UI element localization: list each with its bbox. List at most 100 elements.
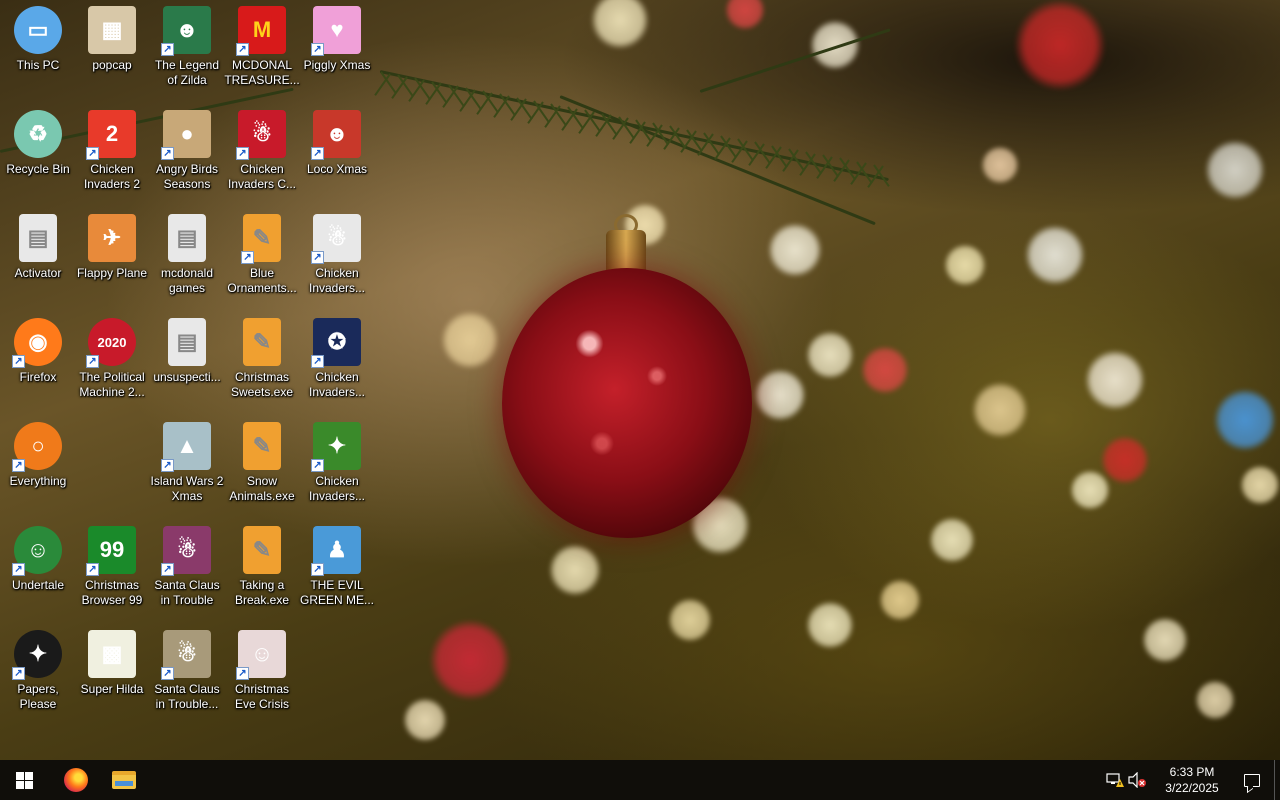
installer-icon: ✎ bbox=[243, 318, 281, 366]
desktop-icon[interactable]: 99 ↗ Christmas Browser 99 bbox=[74, 520, 150, 620]
taskbar-file-explorer-button[interactable] bbox=[100, 760, 148, 800]
bokeh-light bbox=[1025, 225, 1085, 285]
taskbar-firefox-button[interactable] bbox=[52, 760, 100, 800]
desktop-icon[interactable]: ● ↗ Angry Birds Seasons bbox=[149, 104, 225, 204]
papers-please-icon: ✦ ↗ bbox=[12, 630, 62, 680]
desktop-icon-label: Chicken Invaders... bbox=[308, 474, 366, 503]
desktop-icon[interactable]: ✈ Flappy Plane bbox=[74, 208, 150, 308]
desktop-icon[interactable]: ✦ ↗ Papers, Please bbox=[0, 624, 76, 724]
show-desktop-button[interactable] bbox=[1274, 760, 1280, 800]
desktop-icon[interactable]: ▤ mcdonald games bbox=[149, 208, 225, 308]
taskbar-clock[interactable]: 6:33 PM 3/22/2025 bbox=[1154, 764, 1230, 796]
desktop-icon-label: Christmas Sweets.exe bbox=[230, 370, 294, 399]
bokeh-light bbox=[806, 331, 854, 379]
ornament-cap bbox=[606, 230, 646, 272]
shortcut-arrow-icon: ↗ bbox=[236, 43, 249, 56]
bokeh-light bbox=[1085, 350, 1145, 410]
undertale-icon: ☺ ↗ bbox=[12, 526, 62, 576]
desktop-icon[interactable]: ♻ Recycle Bin bbox=[0, 104, 76, 204]
shortcut-arrow-icon: ↗ bbox=[161, 147, 174, 160]
political-machine-icon: 2020 ↗ bbox=[86, 318, 136, 368]
desktop-icon[interactable]: ▤ unsuspecti... bbox=[149, 312, 225, 412]
desktop-icon[interactable]: ♟ ↗ THE EVIL GREEN ME... bbox=[299, 520, 375, 620]
desktop-icon[interactable]: ▩ Super Hilda bbox=[74, 624, 150, 724]
bokeh-light bbox=[981, 146, 1019, 184]
santa-claus-icon: ☃ ↗ bbox=[161, 630, 211, 680]
shortcut-arrow-icon: ↗ bbox=[12, 355, 25, 368]
shortcut-arrow-icon: ↗ bbox=[236, 147, 249, 160]
chicken-invaders-icon: ✪ ↗ bbox=[311, 318, 361, 368]
loco-xmas-icon: ☻ ↗ bbox=[311, 110, 361, 160]
bokeh-light bbox=[1240, 465, 1280, 505]
network-warning-icon[interactable] bbox=[1104, 760, 1126, 800]
bokeh-light bbox=[441, 311, 499, 369]
desktop-icon[interactable]: ✎ Taking a Break.exe bbox=[224, 520, 300, 620]
desktop-icon[interactable]: ◉ ↗ Firefox bbox=[0, 312, 76, 412]
desktop-icon[interactable]: M ↗ MCDONAL TREASURE... bbox=[224, 0, 300, 100]
piggly-icon: ♥ ↗ bbox=[311, 6, 361, 56]
desktop-icon-label: Christmas Browser 99 bbox=[81, 578, 143, 607]
desktop-icon[interactable]: ☃ ↗ Santa Claus in Trouble bbox=[149, 520, 225, 620]
desktop-icon[interactable]: ♥ ↗ Piggly Xmas bbox=[299, 0, 375, 100]
desktop-icon[interactable]: ☃ ↗ Chicken Invaders... bbox=[299, 208, 375, 308]
desktop-icon-label: MCDONAL TREASURE... bbox=[224, 58, 300, 87]
desktop-icon-label: Firefox bbox=[19, 370, 57, 384]
desktop-icon[interactable]: ☻ ↗ Loco Xmas bbox=[299, 104, 375, 204]
shortcut-arrow-icon: ↗ bbox=[311, 355, 324, 368]
bokeh-light bbox=[1070, 470, 1110, 510]
desktop-icon-label: Chicken Invaders 2 bbox=[83, 162, 141, 191]
bokeh-light bbox=[1142, 617, 1188, 663]
desktop-icon-label: THE EVIL GREEN ME... bbox=[299, 578, 374, 607]
messenger-icon: ♟ ↗ bbox=[311, 526, 361, 576]
desktop-icon[interactable]: ▦ popcap bbox=[74, 0, 150, 100]
folder-icon: ▦ bbox=[88, 6, 136, 54]
firefox-icon bbox=[64, 768, 88, 792]
bokeh-light bbox=[1101, 436, 1149, 484]
desktop-icon[interactable]: 2020 ↗ The Political Machine 2... bbox=[74, 312, 150, 412]
installer-icon: ✎ ↗ bbox=[241, 214, 281, 264]
shortcut-arrow-icon: ↗ bbox=[311, 563, 324, 576]
desktop-icon[interactable]: ✎ Snow Animals.exe bbox=[224, 416, 300, 516]
bokeh-light bbox=[768, 223, 822, 277]
desktop-icon[interactable]: ☺ ↗ Christmas Eve Crisis bbox=[224, 624, 300, 724]
desktop-icon[interactable]: ✎ Christmas Sweets.exe bbox=[224, 312, 300, 412]
shortcut-arrow-icon: ↗ bbox=[241, 251, 254, 264]
shortcut-arrow-icon: ↗ bbox=[86, 147, 99, 160]
file-icon: ▤ bbox=[168, 318, 206, 366]
angry-birds-icon: ● ↗ bbox=[161, 110, 211, 160]
chicken-invaders-icon: ☃ ↗ bbox=[236, 110, 286, 160]
desktop-icon-label: The Legend of Zilda bbox=[154, 58, 220, 87]
desktop-icon[interactable]: ✦ ↗ Chicken Invaders... bbox=[299, 416, 375, 516]
desktop-icon[interactable]: ▤ Activator bbox=[0, 208, 76, 308]
system-tray: 6:33 PM 3/22/2025 bbox=[1104, 760, 1280, 800]
desktop-icon[interactable]: ✎ ↗ Blue Ornaments... bbox=[224, 208, 300, 308]
action-center-button[interactable] bbox=[1230, 760, 1274, 800]
desktop-icon-label: Taking a Break.exe bbox=[234, 578, 290, 607]
santa-face-icon: ☺ ↗ bbox=[236, 630, 286, 680]
desktop-icon-label: Christmas Eve Crisis bbox=[234, 682, 289, 711]
bokeh-light bbox=[1195, 680, 1235, 720]
shortcut-arrow-icon: ↗ bbox=[236, 667, 249, 680]
desktop-icon[interactable]: ○ ↗ Everything bbox=[0, 416, 76, 516]
desktop-icon[interactable]: 2 ↗ Chicken Invaders 2 bbox=[74, 104, 150, 204]
santa-claus-icon: ☃ ↗ bbox=[161, 526, 211, 576]
file-icon: ▤ bbox=[19, 214, 57, 262]
desktop-icon[interactable]: ▭ This PC bbox=[0, 0, 76, 100]
desktop-icon[interactable]: ☃ ↗ Santa Claus in Trouble... bbox=[149, 624, 225, 724]
start-button[interactable] bbox=[0, 760, 48, 800]
desktop-icon-grid: ▭ This PC ♻ Recycle Bin ▤ Activator ◉ ↗ Firefox ○… bbox=[0, 0, 380, 760]
chicken-invaders-icon: ☃ ↗ bbox=[311, 214, 361, 264]
desktop-icon[interactable]: ▲ ↗ Island Wars 2 Xmas bbox=[149, 416, 225, 516]
desktop-icon-label: Chicken Invaders C... bbox=[227, 162, 297, 191]
desktop-icon[interactable]: ☃ ↗ Chicken Invaders C... bbox=[224, 104, 300, 204]
island-wars-icon: ▲ ↗ bbox=[161, 422, 211, 472]
desktop-icon[interactable]: ✪ ↗ Chicken Invaders... bbox=[299, 312, 375, 412]
desktop-icon-label: Recycle Bin bbox=[6, 162, 70, 176]
desktop-icon-label: Flappy Plane bbox=[76, 266, 148, 280]
clock-time: 6:33 PM bbox=[1169, 765, 1215, 779]
desktop-icon[interactable]: ☻ ↗ The Legend of Zilda bbox=[149, 0, 225, 100]
bokeh-light bbox=[403, 698, 447, 742]
desktop-icon[interactable]: ☺ ↗ Undertale bbox=[0, 520, 76, 620]
shortcut-arrow-icon: ↗ bbox=[311, 43, 324, 56]
volume-muted-icon[interactable] bbox=[1126, 760, 1148, 800]
